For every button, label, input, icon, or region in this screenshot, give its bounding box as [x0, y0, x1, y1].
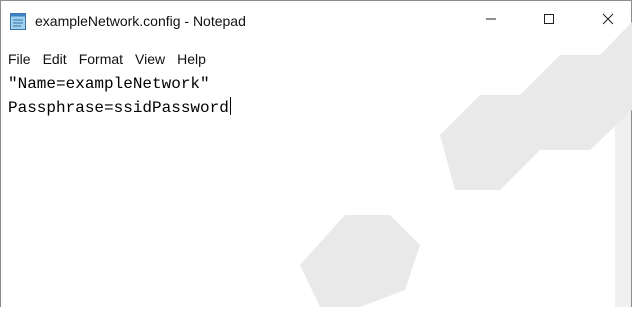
menu-file[interactable]: File [1, 51, 37, 67]
window-title: exampleNetwork.config - Notepad [35, 13, 246, 29]
editor-line: "Name=exampleNetwork" [8, 74, 210, 95]
notepad-window: exampleNetwork.config - Notepad File Edi… [0, 0, 632, 307]
vertical-scrollbar[interactable] [615, 71, 631, 307]
editor-line-text: Passphrase=ssidPassword [8, 99, 229, 117]
maximize-button[interactable] [526, 1, 572, 41]
close-button[interactable] [585, 1, 631, 41]
menu-edit[interactable]: Edit [37, 51, 73, 67]
editor-line: Passphrase=ssidPassword [8, 97, 231, 119]
menu-format[interactable]: Format [73, 51, 129, 67]
menu-view[interactable]: View [129, 51, 171, 67]
text-editor-area[interactable]: "Name=exampleNetwork" Passphrase=ssidPas… [1, 71, 615, 307]
menu-bar: File Edit Format View Help [1, 47, 631, 71]
scroll-up-arrow-icon[interactable] [619, 79, 627, 92]
close-icon [602, 12, 614, 30]
maximize-icon [543, 12, 555, 30]
title-bar[interactable]: exampleNetwork.config - Notepad [1, 1, 631, 41]
editor-line-text: "Name=exampleNetwork" [8, 75, 210, 93]
menu-help[interactable]: Help [171, 51, 212, 67]
notepad-icon[interactable] [10, 12, 26, 30]
text-caret [229, 97, 231, 115]
minimize-icon [485, 12, 497, 30]
minimize-button[interactable] [468, 1, 514, 41]
